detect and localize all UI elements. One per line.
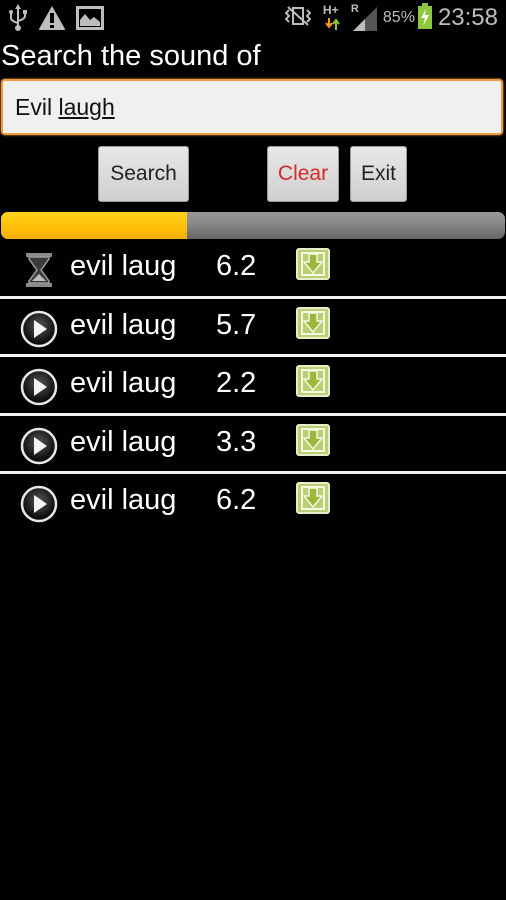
result-name: evil laug xyxy=(70,484,177,516)
clock: 23:58 xyxy=(437,4,498,31)
result-row[interactable]: evil laug 6.2 xyxy=(0,240,506,299)
image-icon xyxy=(76,5,104,36)
results-list: evil laug 6.2 evil laug 5.7 evil laug 2.… xyxy=(0,240,506,533)
vibrate-mute-icon xyxy=(284,5,312,32)
result-size: 3.3 xyxy=(216,425,257,458)
battery-charging-icon xyxy=(417,2,432,34)
search-input[interactable]: Evil laugh xyxy=(1,79,503,135)
result-name: evil laug xyxy=(70,367,177,399)
download-icon[interactable] xyxy=(296,248,330,280)
result-size: 6.2 xyxy=(216,484,257,516)
search-button[interactable]: Search xyxy=(98,146,189,202)
result-name: evil laug xyxy=(70,308,177,341)
network-hplus-icon: H+ xyxy=(323,3,345,33)
usb-icon xyxy=(8,4,28,37)
result-size: 5.7 xyxy=(216,308,257,341)
hourglass-icon[interactable] xyxy=(20,251,58,289)
search-text-composing: laugh xyxy=(58,94,115,120)
download-icon[interactable] xyxy=(296,365,330,397)
result-row[interactable]: evil laug 3.3 xyxy=(0,416,506,474)
result-row[interactable]: evil laug 6.2 xyxy=(0,474,506,533)
play-icon[interactable] xyxy=(20,368,58,406)
network-type-label: H+ xyxy=(322,3,339,17)
clear-button[interactable]: Clear xyxy=(267,146,339,202)
signal-icon: R xyxy=(351,3,379,33)
battery-percent: 85% xyxy=(382,9,415,26)
result-row[interactable]: evil laug 5.7 xyxy=(0,299,506,357)
download-icon[interactable] xyxy=(296,423,330,456)
result-row[interactable]: evil laug 2.2 xyxy=(0,357,506,416)
play-icon[interactable] xyxy=(20,310,58,348)
result-name: evil laug xyxy=(70,425,177,458)
exit-button[interactable]: Exit xyxy=(350,146,407,202)
play-icon[interactable] xyxy=(20,427,58,465)
page-title: Search the sound of xyxy=(1,40,261,72)
search-input-value: Evil laugh xyxy=(15,94,115,121)
status-bar: H+ R 85% 23:58 xyxy=(0,0,506,36)
download-icon[interactable] xyxy=(296,482,330,514)
result-name: evil laug xyxy=(70,250,177,282)
play-icon[interactable] xyxy=(20,485,58,523)
download-icon[interactable] xyxy=(296,306,330,339)
search-text-plain: Evil xyxy=(15,94,59,120)
progress-bar xyxy=(1,212,505,239)
progress-fill xyxy=(1,212,188,239)
warning-icon xyxy=(38,5,66,36)
result-size: 2.2 xyxy=(216,367,257,399)
result-size: 6.2 xyxy=(216,250,257,282)
